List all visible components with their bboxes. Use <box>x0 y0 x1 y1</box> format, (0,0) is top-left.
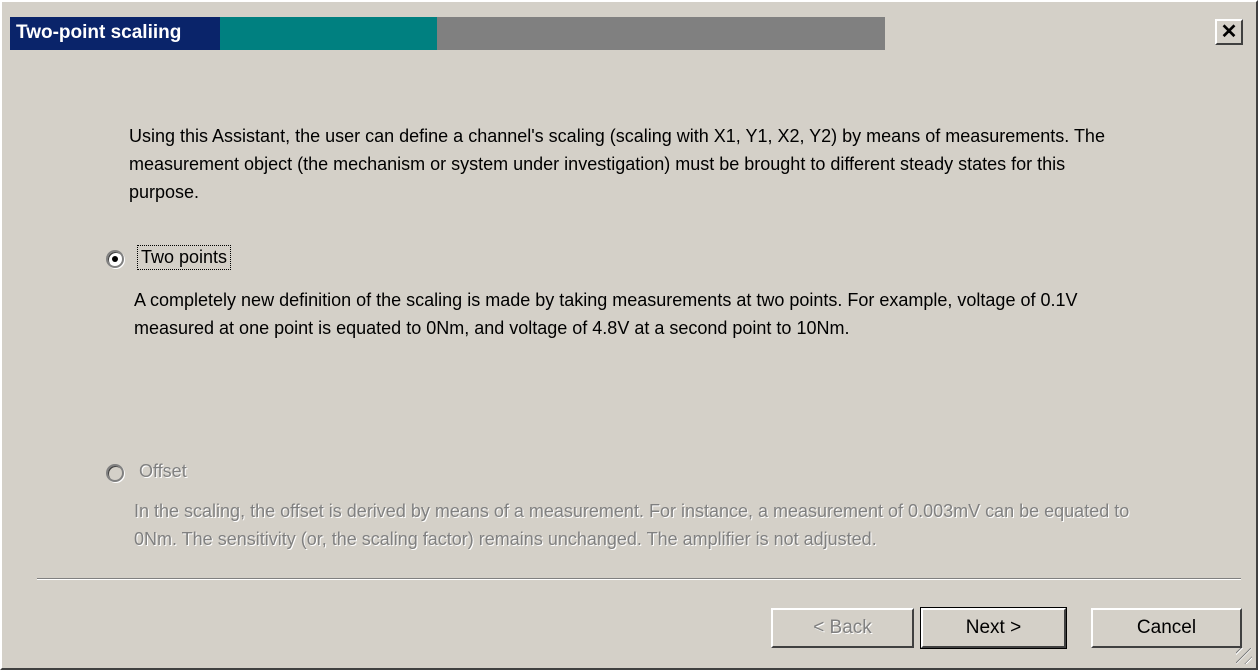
radio-offset-label[interactable]: Offset <box>139 461 187 482</box>
radio-offset[interactable] <box>106 464 124 482</box>
radio-two-points[interactable] <box>106 250 124 268</box>
back-button[interactable]: < Back <box>771 608 914 648</box>
window-title: Two-point scaliing <box>16 22 182 43</box>
two-points-description: A completely new definition of the scali… <box>134 290 1078 338</box>
title-bar[interactable]: Two-point scaliing <box>10 17 885 50</box>
offset-description: In the scaling, the offset is derived by… <box>134 501 1130 549</box>
resize-grip-icon[interactable] <box>1236 648 1252 664</box>
next-button[interactable]: Next > <box>920 607 1067 649</box>
cancel-button[interactable]: Cancel <box>1091 608 1242 648</box>
radio-two-points-label[interactable]: Two points <box>136 245 232 270</box>
radio-selected-dot <box>112 256 118 262</box>
close-button[interactable]: ✕ <box>1215 19 1243 45</box>
close-icon: ✕ <box>1220 21 1238 43</box>
intro-text: Using this Assistant, the user can defin… <box>129 126 1105 202</box>
separator <box>37 578 1241 580</box>
dialog-window: Two-point scaliing ✕ Using this Assistan… <box>0 0 1258 670</box>
